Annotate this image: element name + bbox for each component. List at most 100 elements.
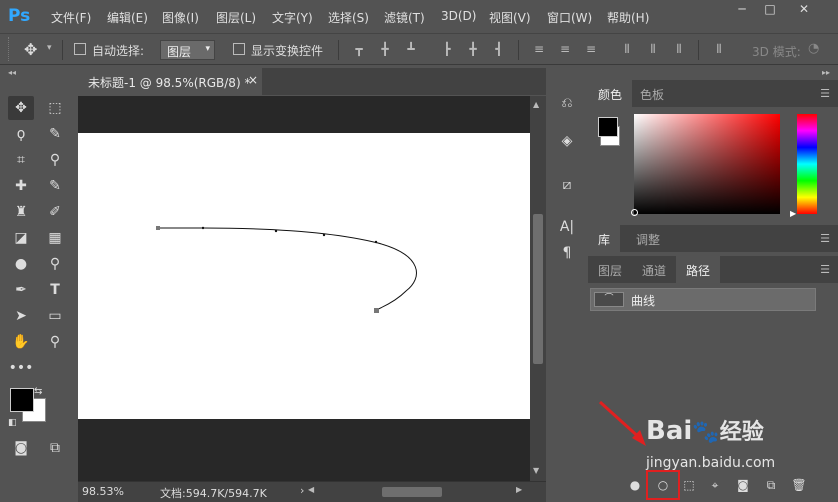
menu-help[interactable]: 帮助(H) — [607, 9, 649, 26]
scroll-right-icon[interactable]: ▶ — [516, 485, 522, 494]
anchor-point[interactable] — [156, 226, 160, 230]
zoom-tool-icon[interactable]: ⚲ — [42, 330, 68, 354]
menu-image[interactable]: 图像(I) — [162, 9, 199, 26]
scroll-down-icon[interactable]: ▼ — [533, 466, 539, 475]
zoom-level[interactable]: 98.53% — [82, 485, 124, 498]
align-left-icon[interactable]: ┣ — [440, 42, 454, 56]
quick-mask-icon[interactable]: ◙ — [8, 436, 34, 460]
menu-window[interactable]: 窗口(W) — [547, 9, 592, 26]
path-row[interactable]: ⌒ 曲线 — [590, 288, 816, 311]
blur-tool-icon[interactable]: ● — [8, 252, 34, 276]
auto-select-checkbox[interactable] — [74, 43, 86, 55]
type-tool-icon[interactable]: T — [42, 278, 68, 302]
distribute-bottom-icon[interactable]: ≡ — [584, 42, 598, 56]
panel-menu-icon[interactable]: ☰ — [820, 263, 830, 276]
show-transform-checkbox[interactable] — [233, 43, 245, 55]
collapse-panels-icon[interactable]: ▸▸ — [822, 68, 830, 77]
close-window-button[interactable]: ✕ — [790, 2, 818, 20]
gradient-tool-icon[interactable]: ▦ — [42, 226, 68, 250]
history-panel-icon[interactable]: ⎌ — [554, 90, 580, 116]
load-as-selection-icon[interactable]: ⬚ — [680, 476, 698, 494]
chevron-down-icon[interactable]: ▾ — [47, 43, 52, 53]
minimize-button[interactable]: ─ — [728, 2, 756, 20]
distribute-hcenter-icon[interactable]: ⦀ — [646, 42, 660, 56]
hue-slider[interactable] — [797, 114, 817, 214]
pen-tool-icon[interactable]: ✒ — [8, 278, 34, 302]
anchor-point[interactable] — [374, 308, 379, 313]
align-right-icon[interactable]: ┫ — [492, 42, 506, 56]
vertical-scrollbar[interactable]: ▲ ▼ — [530, 96, 546, 482]
menu-file[interactable]: 文件(F) — [51, 9, 91, 26]
menu-edit[interactable]: 编辑(E) — [107, 9, 148, 26]
menu-type[interactable]: 文字(Y) — [272, 9, 313, 26]
align-bottom-icon[interactable]: ┻ — [404, 42, 418, 56]
menu-filter[interactable]: 滤镜(T) — [384, 9, 425, 26]
distribute-left-icon[interactable]: ⦀ — [620, 42, 634, 56]
properties-panel-icon[interactable]: ⧄ — [554, 172, 580, 198]
close-tab-icon[interactable]: × — [248, 73, 258, 87]
color-picker-field[interactable] — [634, 114, 780, 214]
eraser-tool-icon[interactable]: ◪ — [8, 226, 34, 250]
document-tab[interactable]: 未标题-1 @ 98.5%(RGB/8) * × — [78, 68, 262, 95]
tab-adjustments[interactable]: 调整 — [626, 225, 670, 252]
collapse-toolbox-icon[interactable]: ◂◂ — [8, 68, 16, 77]
brush-tool-icon[interactable]: ✎ — [42, 174, 68, 198]
tab-channels[interactable]: 通道 — [632, 256, 676, 283]
distribute-right-icon[interactable]: ⦀ — [672, 42, 686, 56]
lasso-tool-icon[interactable]: ϙ — [8, 122, 34, 146]
move-tool-icon[interactable]: ✥ — [24, 40, 37, 59]
add-mask-icon[interactable]: ◙ — [734, 476, 752, 494]
scroll-up-icon[interactable]: ▲ — [533, 100, 539, 109]
tab-libraries[interactable]: 库 — [588, 225, 621, 252]
distribute-top-icon[interactable]: ≡ — [532, 42, 546, 56]
auto-select-dropdown[interactable]: 图层 ▾ — [160, 40, 215, 60]
paragraph-panel-icon[interactable]: ¶ — [554, 240, 580, 266]
default-colors-icon[interactable]: ◧ — [8, 418, 17, 428]
quick-select-tool-icon[interactable]: ✎ — [42, 122, 68, 146]
status-menu-icon[interactable]: › — [300, 484, 304, 497]
canvas[interactable] — [78, 133, 530, 419]
tab-color[interactable]: 颜色 — [588, 80, 633, 107]
eyedropper-tool-icon[interactable]: ⚲ — [42, 148, 68, 172]
screen-mode-icon[interactable]: ⧉ — [42, 436, 68, 460]
menu-layer[interactable]: 图层(L) — [216, 9, 256, 26]
hand-tool-icon[interactable]: ✋ — [8, 330, 34, 354]
scroll-left-icon[interactable]: ◀ — [308, 485, 314, 494]
tab-layers[interactable]: 图层 — [588, 256, 632, 283]
character-panel-icon[interactable]: A| — [554, 214, 580, 240]
new-path-icon[interactable]: ⧉ — [762, 476, 780, 494]
menu-view[interactable]: 视图(V) — [489, 9, 531, 26]
color-picker-cursor[interactable] — [631, 209, 638, 216]
distribute-vcenter-icon[interactable]: ≡ — [558, 42, 572, 56]
more-tools-icon[interactable]: ••• — [8, 356, 34, 380]
rectangle-tool-icon[interactable]: ▭ — [42, 304, 68, 328]
path-name[interactable]: 曲线 — [631, 292, 655, 309]
color-panel-foreground-swatch[interactable] — [598, 117, 618, 137]
restore-button[interactable]: □ — [756, 2, 784, 20]
3d-orbit-icon[interactable]: ◔ — [808, 41, 819, 56]
align-vcenter-icon[interactable]: ╋ — [378, 42, 392, 56]
3d-panel-icon[interactable]: ◈ — [554, 128, 580, 154]
clone-stamp-tool-icon[interactable]: ♜ — [8, 200, 34, 224]
make-work-path-icon[interactable]: ⌖ — [706, 476, 724, 494]
path-selection-tool-icon[interactable]: ➤ — [8, 304, 34, 328]
crop-tool-icon[interactable]: ⌗ — [8, 148, 34, 172]
auto-align-icon[interactable]: ⦀ — [712, 42, 726, 56]
panel-menu-icon[interactable]: ☰ — [820, 87, 830, 100]
align-hcenter-icon[interactable]: ╋ — [466, 42, 480, 56]
move-tool-icon[interactable]: ✥ — [8, 96, 34, 120]
healing-brush-tool-icon[interactable]: ✚ — [8, 174, 34, 198]
swap-colors-icon[interactable]: ⇆ — [34, 386, 42, 397]
menu-3d[interactable]: 3D(D) — [441, 9, 476, 23]
panel-menu-icon[interactable]: ☰ — [820, 232, 830, 245]
horizontal-scroll-thumb[interactable] — [382, 487, 442, 497]
menu-select[interactable]: 选择(S) — [328, 9, 369, 26]
dodge-tool-icon[interactable]: ⚲ — [42, 252, 68, 276]
tab-paths[interactable]: 路径 — [676, 256, 721, 283]
delete-path-icon[interactable]: 🗑 — [790, 476, 808, 494]
foreground-color-swatch[interactable] — [10, 388, 34, 412]
history-brush-tool-icon[interactable]: ✐ — [42, 200, 68, 224]
tab-swatches[interactable]: 色板 — [630, 80, 674, 107]
curve-path[interactable] — [78, 133, 530, 419]
hue-slider-handle[interactable]: ▶ — [790, 209, 796, 218]
